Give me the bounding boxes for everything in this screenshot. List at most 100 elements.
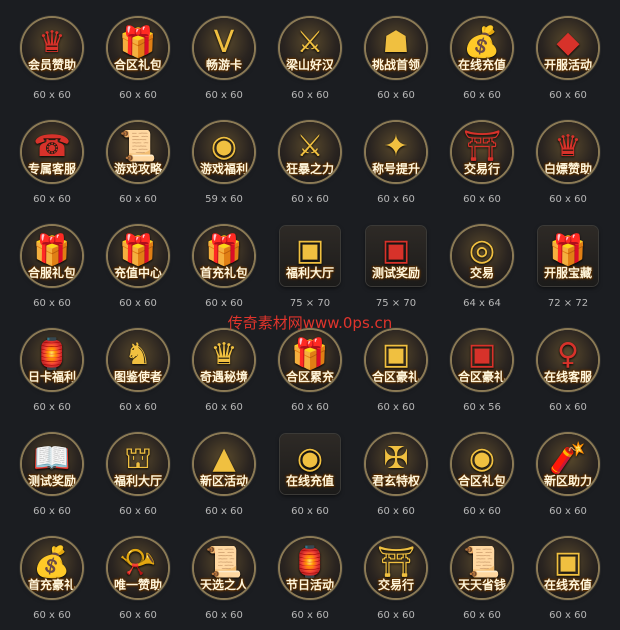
- icon-tile[interactable]: 🎁 合服礼包 60 x 60: [8, 214, 96, 318]
- icon-tile[interactable]: V 畅游卡 60 x 60: [180, 6, 268, 110]
- icon-motif: 🎁: [549, 233, 587, 269]
- icon-motif: 📜: [119, 129, 157, 165]
- icon-tile[interactable]: ⛫ 福利大厅 60 x 60: [94, 422, 182, 526]
- icon-grid: ♛ 会员赞助 60 x 60 🎁 合区礼包 60 x 60 V 畅游卡 60 x 60 ⚔ 梁山好汉…: [0, 0, 620, 621]
- icon-size-caption: 60 x 56: [463, 402, 501, 413]
- icon-tile[interactable]: ☗ 挑战首领 60 x 60: [352, 6, 440, 110]
- icon-tile[interactable]: 📜 天选之人 60 x 60: [180, 526, 268, 630]
- icon-tile[interactable]: ◎ 交易 64 x 64: [438, 214, 526, 318]
- icon-size-caption: 60 x 60: [291, 402, 329, 413]
- money-bag-icon: 💰 首充豪礼: [22, 538, 82, 598]
- icon-tile[interactable]: 🎁 首充礼包 60 x 60: [180, 214, 268, 318]
- icon-motif: 🎁: [33, 233, 71, 269]
- icon-tile[interactable]: ◉ 游戏福利 59 x 60: [180, 110, 268, 214]
- icon-tile[interactable]: ♛ 白嫖赞助 60 x 60: [524, 110, 612, 214]
- icon-motif: ✦: [383, 129, 409, 165]
- icon-tile[interactable]: 🏮 日卡福利 60 x 60: [8, 318, 96, 422]
- icon-motif: 🎁: [119, 25, 157, 61]
- icon-size-caption: 60 x 60: [33, 298, 71, 309]
- icon-tile[interactable]: ▣ 合区豪礼 60 x 56: [438, 318, 526, 422]
- icon-motif: ▲: [212, 441, 236, 477]
- icon-tile[interactable]: ✠ 君玄特权 60 x 60: [352, 422, 440, 526]
- icon-tile[interactable]: ♛ 会员赞助 60 x 60: [8, 6, 96, 110]
- icon-tile[interactable]: 🏮 节日活动 60 x 60: [266, 526, 354, 630]
- icon-label: 游戏福利: [199, 162, 248, 176]
- icon-motif: ☗: [382, 25, 410, 61]
- icon-motif: 🏮: [291, 545, 329, 581]
- headset-icon: ☎ 专属客服: [22, 122, 82, 182]
- icon-tile[interactable]: ⚔ 狂暴之力 60 x 60: [266, 110, 354, 214]
- icon-tile[interactable]: 💰 在线充值 60 x 60: [438, 6, 526, 110]
- icon-tile[interactable]: ▲ 新区活动 60 x 60: [180, 422, 268, 526]
- icon-tile[interactable]: ▣ 在线充值 60 x 60: [524, 526, 612, 630]
- icon-tile[interactable]: 📯 唯一赞助 60 x 60: [94, 526, 182, 630]
- icon-size-caption: 60 x 60: [119, 402, 157, 413]
- statue-icon: ♞ 图鉴使者: [108, 330, 168, 390]
- icon-tile[interactable]: ▣ 合区豪礼 60 x 60: [352, 318, 440, 422]
- icon-label: 新区活动: [199, 474, 248, 488]
- treasure-chest-icon: ▣ 合区豪礼: [452, 330, 512, 390]
- icon-size-caption: 60 x 60: [33, 610, 71, 621]
- lady-portrait-icon: ♀ 在线客服: [538, 330, 598, 390]
- icon-motif: V: [213, 25, 235, 61]
- icon-motif: 🎁: [119, 233, 157, 269]
- icon-tile[interactable]: 📜 游戏攻略 60 x 60: [94, 110, 182, 214]
- icon-tile[interactable]: ▣ 测试奖励 75 × 70: [352, 214, 440, 318]
- icon-tile[interactable]: ⛩ 交易行 60 x 60: [352, 526, 440, 630]
- icon-tile[interactable]: ◉ 合区礼包 60 x 60: [438, 422, 526, 526]
- gold-pile-icon: ◉ 合区礼包: [452, 434, 512, 494]
- icon-label: 在线充值: [543, 578, 592, 592]
- icon-size-caption: 60 x 60: [549, 506, 587, 517]
- icon-tile[interactable]: ▣ 福利大厅 75 × 70: [266, 214, 354, 318]
- icon-label: 合区累充: [285, 370, 334, 384]
- crossed-swords-icon: ⚔ 狂暴之力: [280, 122, 340, 182]
- icon-tile[interactable]: 🎁 开服宝藏 72 × 72: [524, 214, 612, 318]
- icon-label: 奇遇秘境: [199, 370, 248, 384]
- icon-size-caption: 60 x 60: [33, 194, 71, 205]
- icon-size-caption: 60 x 60: [549, 402, 587, 413]
- winged-emblem-icon: ✠ 君玄特权: [366, 434, 426, 494]
- icon-tile[interactable]: 🎁 合区礼包 60 x 60: [94, 6, 182, 110]
- icon-motif: 📜: [463, 545, 501, 581]
- icon-tile[interactable]: 🎁 充值中心 60 x 60: [94, 214, 182, 318]
- icon-tile[interactable]: ♀ 在线客服 60 x 60: [524, 318, 612, 422]
- scroll-icon: 📜 天选之人: [194, 538, 254, 598]
- icon-size-caption: 60 x 60: [549, 194, 587, 205]
- icon-size-caption: 60 x 60: [463, 90, 501, 101]
- icon-size-caption: 60 x 60: [119, 298, 157, 309]
- icon-tile[interactable]: ♛ 奇遇秘境 60 x 60: [180, 318, 268, 422]
- icon-motif: 🎁: [205, 233, 243, 269]
- icon-label: 合区豪礼: [457, 370, 506, 384]
- icon-tile[interactable]: ☎ 专属客服 60 x 60: [8, 110, 96, 214]
- icon-motif: ◉: [468, 441, 496, 477]
- icon-size-caption: 60 x 60: [291, 194, 329, 205]
- icon-label: 狂暴之力: [285, 162, 334, 176]
- icon-tile[interactable]: 📖 测试奖励 60 x 60: [8, 422, 96, 526]
- horn-icon: 📯 唯一赞助: [108, 538, 168, 598]
- icon-tile[interactable]: ✦ 称号提升 60 x 60: [352, 110, 440, 214]
- icon-tile[interactable]: ◆ 开服活动 60 x 60: [524, 6, 612, 110]
- gift-icon: 🎁 合区礼包: [108, 18, 168, 78]
- icon-motif: 💰: [463, 25, 501, 61]
- icon-size-caption: 60 x 60: [205, 610, 243, 621]
- icon-size-caption: 60 x 60: [377, 194, 415, 205]
- pagoda-icon: ⛩ 交易行: [366, 538, 426, 598]
- icon-tile[interactable]: 💰 首充豪礼 60 x 60: [8, 526, 96, 630]
- icon-tile[interactable]: 🎁 合区累充 60 x 60: [266, 318, 354, 422]
- icon-tile[interactable]: ⛩ 交易行 60 x 60: [438, 110, 526, 214]
- icon-tile[interactable]: ⚔ 梁山好汉 60 x 60: [266, 6, 354, 110]
- icon-label: 交易行: [463, 162, 500, 176]
- icon-size-caption: 60 x 60: [119, 610, 157, 621]
- icon-size-caption: 60 x 60: [205, 90, 243, 101]
- icon-label: 首充礼包: [199, 266, 248, 280]
- icon-label: 挑战首领: [371, 58, 420, 72]
- icon-tile[interactable]: ◉ 在线充值 60 x 60: [266, 422, 354, 526]
- icon-label: 图鉴使者: [113, 370, 162, 384]
- icon-tile[interactable]: 📜 天天省钱 60 x 60: [438, 526, 526, 630]
- icon-size-caption: 60 x 60: [205, 402, 243, 413]
- icon-tile[interactable]: ♞ 图鉴使者 60 x 60: [94, 318, 182, 422]
- icon-size-caption: 60 x 60: [119, 194, 157, 205]
- lantern-icon: 🏮 日卡福利: [22, 330, 82, 390]
- icon-motif: ♛: [38, 25, 66, 61]
- icon-tile[interactable]: 🧨 新区助力 60 x 60: [524, 422, 612, 526]
